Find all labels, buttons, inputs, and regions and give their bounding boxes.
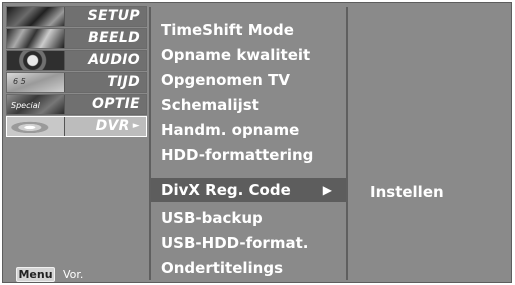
dvr-thumbnail-icon bbox=[7, 117, 65, 136]
optie-thumbnail-icon: Special bbox=[7, 95, 65, 114]
category-dvr[interactable]: DVR ► bbox=[6, 116, 147, 137]
menu-item-schemalijst[interactable]: Schemalijst bbox=[151, 93, 346, 117]
menu-item-timeshift[interactable]: TimeShift Mode bbox=[151, 18, 346, 42]
menu-item-divx-label: DivX Reg. Code bbox=[161, 181, 291, 199]
menu-item-opname-kwaliteit[interactable]: Opname kwaliteit bbox=[151, 43, 346, 67]
menu-item-hdd-formattering[interactable]: HDD-formattering bbox=[151, 143, 346, 167]
category-label-dvr-wrap: DVR ► bbox=[96, 118, 140, 134]
category-label-dvr: DVR bbox=[95, 118, 130, 134]
audio-thumbnail-icon bbox=[7, 51, 65, 70]
menu-item-handm-opname[interactable]: Handm. opname bbox=[151, 118, 346, 142]
play-arrow-icon: ▶ bbox=[322, 183, 332, 197]
category-beeld[interactable]: BEELD bbox=[6, 28, 147, 49]
category-column: SETUP BEELD AUDIO 6 5 TIJD Special OPTIE… bbox=[6, 6, 147, 282]
category-label-audio: AUDIO bbox=[88, 52, 140, 68]
menu-item-usb-hdd-format[interactable]: USB-HDD-format. bbox=[151, 231, 346, 255]
category-label-optie: OPTIE bbox=[92, 96, 140, 112]
tijd-thumb-digits: 6 5 bbox=[13, 77, 26, 86]
optie-thumb-text: Special bbox=[11, 101, 40, 110]
menu-item-ondertiteling[interactable]: Ondertitelings bbox=[151, 256, 346, 280]
submenu-arrow-icon: ► bbox=[132, 121, 140, 131]
menu-item-divx-reg-code[interactable]: DivX Reg. Code ▶ bbox=[151, 178, 346, 202]
category-label-setup: SETUP bbox=[87, 8, 140, 24]
category-setup[interactable]: SETUP bbox=[6, 6, 147, 27]
category-optie[interactable]: Special OPTIE bbox=[6, 94, 147, 115]
menu-button[interactable]: Menu bbox=[16, 267, 55, 282]
category-label-beeld: BEELD bbox=[88, 30, 140, 46]
setup-thumbnail-icon bbox=[7, 7, 65, 26]
menu-item-opgenomen-tv[interactable]: Opgenomen TV bbox=[151, 68, 346, 92]
tv-menu-screen: SETUP BEELD AUDIO 6 5 TIJD Special OPTIE… bbox=[2, 2, 512, 283]
category-audio[interactable]: AUDIO bbox=[6, 50, 147, 71]
back-label: Vor. bbox=[63, 268, 84, 281]
instellen-option[interactable]: Instellen bbox=[370, 183, 444, 201]
value-panel: Instellen bbox=[350, 7, 510, 280]
category-tijd[interactable]: 6 5 TIJD bbox=[6, 72, 147, 93]
menu-item-usb-backup[interactable]: USB-backup bbox=[151, 206, 346, 230]
beeld-thumbnail-icon bbox=[7, 29, 65, 48]
tijd-thumbnail-icon: 6 5 bbox=[7, 73, 65, 92]
dvr-menu-list: TimeShift Mode Opname kwaliteit Opgenome… bbox=[149, 7, 348, 280]
category-label-tijd: TIJD bbox=[107, 74, 140, 90]
